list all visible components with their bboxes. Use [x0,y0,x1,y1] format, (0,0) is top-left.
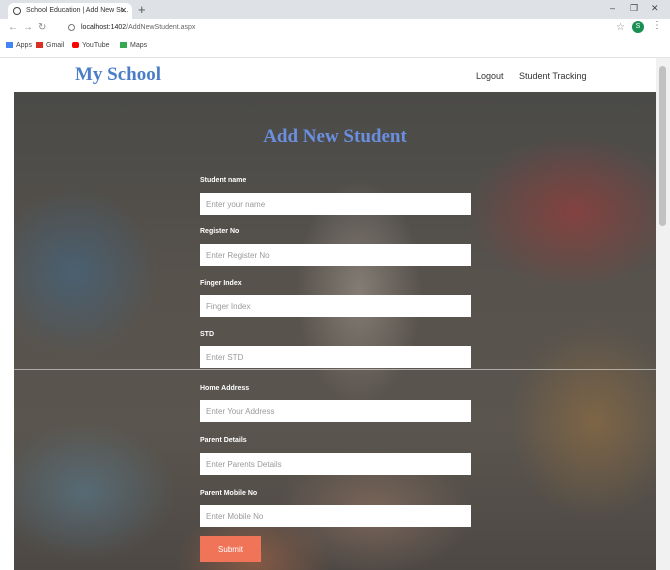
maximize-icon[interactable]: ❐ [630,3,638,14]
std-input[interactable] [200,346,471,368]
forward-icon[interactable]: → [23,22,33,34]
maps-icon [120,42,127,49]
url-host: localhost:1402 [81,24,127,31]
info-icon [68,23,75,31]
scrollbar-thumb[interactable] [659,66,666,226]
bookmark-star-icon[interactable]: ☆ [616,22,625,33]
apps-icon [6,42,13,49]
browser-toolbar: ← → ↻ localhost:1402/AddNewStudent.aspx … [0,19,670,37]
url-path: /AddNewStudent.aspx [126,24,196,31]
logout-link[interactable]: Logout [476,70,504,82]
browser-tabstrip: School Education | Add New St... ✕ + – ❐… [0,0,670,19]
finger-index-label: Finger Index [200,280,242,287]
register-no-label: Register No [200,228,240,235]
close-window-icon[interactable]: ✕ [651,3,659,14]
site-header: My School Logout Student Tracking [0,58,670,92]
hero-background: Add New Student Student name Register No… [14,92,656,570]
parent-mobile-label: Parent Mobile No [200,490,258,497]
submit-button[interactable]: Submit [200,536,261,562]
browser-tab[interactable]: School Education | Add New St... ✕ [8,3,132,19]
tab-title: School Education | Add New St... [26,7,129,14]
divider-line [14,369,656,370]
profile-avatar[interactable]: S [632,21,644,33]
bookmark-maps[interactable]: Maps [120,41,147,51]
parent-mobile-input[interactable] [200,505,471,527]
parent-details-label: Parent Details [200,437,247,444]
reload-icon[interactable]: ↻ [38,22,46,34]
bookmarks-bar: Apps Gmail YouTube Maps [0,37,670,58]
page-scrollbar[interactable] [656,58,670,570]
minimize-icon[interactable]: – [610,3,615,13]
globe-icon [13,7,21,15]
bookmark-youtube[interactable]: YouTube [72,41,110,51]
student-name-label: Student name [200,177,247,184]
home-address-input[interactable] [200,400,471,422]
student-tracking-link[interactable]: Student Tracking [519,70,587,82]
menu-kebab-icon[interactable]: ⋮ [652,20,662,31]
form-title: Add New Student [263,126,407,147]
bookmark-gmail[interactable]: Gmail [36,41,64,51]
home-address-label: Home Address [200,385,250,392]
bookmark-apps[interactable]: Apps [6,41,32,51]
parent-details-input[interactable] [200,453,471,475]
gmail-icon [36,42,43,49]
finger-index-input[interactable] [200,295,471,317]
std-label: STD [200,331,214,338]
close-icon[interactable]: ✕ [120,3,127,19]
youtube-icon [72,42,79,49]
back-icon[interactable]: ← [8,22,18,34]
address-bar[interactable]: localhost:1402/AddNewStudent.aspx [68,21,628,34]
new-tab-button[interactable]: + [138,2,146,18]
register-no-input[interactable] [200,244,471,266]
student-name-input[interactable] [200,193,471,215]
site-brand[interactable]: My School [75,61,161,89]
